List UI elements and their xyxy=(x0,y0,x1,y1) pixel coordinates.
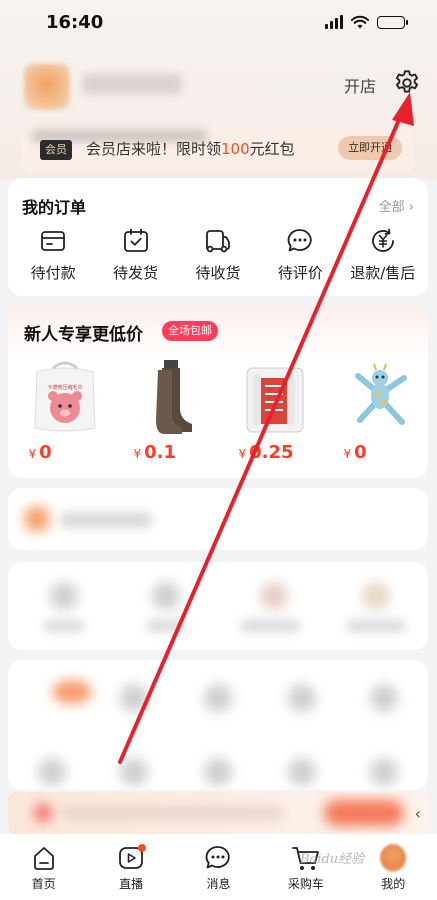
my-orders-card: 我的订单 全部 › 待付款 待发货 待收货 待评价 退款/售后 xyxy=(8,178,428,296)
tab-home[interactable]: 首页 xyxy=(4,844,84,900)
blurred-icon xyxy=(204,758,232,786)
blurred-icon xyxy=(34,804,52,822)
blurred-icon xyxy=(288,758,316,786)
product-price: ¥0.1 xyxy=(133,442,177,463)
gear-icon[interactable] xyxy=(392,68,422,98)
blurred-icon xyxy=(120,758,148,786)
member-banner[interactable]: 会员 会员店来啦！限时领100元红包 立即开通 xyxy=(22,128,414,172)
blurred-icon xyxy=(50,582,78,610)
blurred-button xyxy=(324,800,404,826)
order-pending-receipt[interactable]: 待收货 xyxy=(179,226,257,283)
watermark: Baidu经验 xyxy=(300,852,365,867)
blurred-icon xyxy=(260,582,288,610)
product-price: ¥0 xyxy=(28,442,52,463)
blurred-text xyxy=(146,620,186,632)
floating-promo-strip[interactable]: ‹ xyxy=(8,792,429,834)
package-check-icon xyxy=(123,228,148,252)
face-towel-pack-image: 卡德苑压缩毛巾 xyxy=(33,361,96,432)
giraffe-toy-image xyxy=(354,363,407,425)
product-price: ¥0.25 xyxy=(238,442,294,463)
order-pending-review[interactable]: 待评价 xyxy=(261,226,339,283)
new-user-deals-title: 新人专享更低价 xyxy=(24,325,143,345)
order-pending-payment[interactable]: 待付款 xyxy=(14,226,92,283)
refund-icon xyxy=(371,228,394,252)
avatar[interactable] xyxy=(24,64,70,110)
blurred-text xyxy=(44,620,84,632)
blurred-section-1[interactable] xyxy=(8,488,428,550)
username-blurred[interactable] xyxy=(82,74,182,94)
blurred-icon xyxy=(152,582,180,610)
product-item[interactable]: ¥0.25 xyxy=(225,358,317,463)
blurred-text xyxy=(240,620,300,632)
status-icons xyxy=(325,15,408,29)
blurred-icon xyxy=(370,758,398,786)
product-list: 卡德苑压缩毛巾 ¥0 ¥0.1 ¥0.25 ¥ 0 xyxy=(8,358,428,463)
blurred-text xyxy=(62,806,282,820)
message-icon xyxy=(206,846,231,869)
product-item[interactable]: 卡德苑压缩毛巾 ¥0 xyxy=(15,358,107,463)
product-item[interactable]: ¥0.1 xyxy=(120,358,212,463)
orders-all-link[interactable]: 全部 › xyxy=(379,196,414,215)
blurred-section-3[interactable] xyxy=(8,660,428,790)
avatar-icon xyxy=(380,844,407,872)
blurred-icon xyxy=(204,684,232,712)
paper-roll-pack-image xyxy=(246,367,303,433)
member-banner-amount: 100 xyxy=(221,140,250,158)
blurred-icon xyxy=(370,684,398,712)
blurred-icon xyxy=(38,758,66,786)
socks-image xyxy=(155,360,192,434)
status-bar: 16:40 xyxy=(0,0,437,44)
product-price: ¥0 xyxy=(343,442,367,463)
battery-icon xyxy=(377,15,408,29)
orders-title: 我的订单 xyxy=(22,198,87,217)
order-refund-aftersale[interactable]: 退款/售后 xyxy=(344,226,422,283)
tab-me[interactable]: 我的 xyxy=(353,844,433,900)
open-shop-link[interactable]: 开店 xyxy=(344,73,376,97)
wifi-icon xyxy=(351,15,369,29)
tab-live[interactable]: 直播 xyxy=(91,844,171,900)
product-item[interactable]: ¥0 xyxy=(330,358,422,463)
member-badge: 会员 xyxy=(40,140,72,160)
cellular-signal-icon xyxy=(325,15,343,29)
blurred-icon xyxy=(362,582,390,610)
home-icon xyxy=(33,847,54,870)
free-shipping-tag: 全场包邮 xyxy=(162,321,218,341)
blurred-text xyxy=(346,620,406,632)
member-banner-text: 会员店来啦！限时领100元红包 xyxy=(86,140,295,158)
order-status-list: 待付款 待发货 待收货 待评价 退款/售后 xyxy=(8,226,428,283)
profile-header: 开店 xyxy=(24,60,424,110)
status-time: 16:40 xyxy=(46,11,104,33)
chevron-left-icon[interactable]: ‹ xyxy=(415,804,421,823)
blurred-section-2[interactable] xyxy=(8,562,428,650)
tab-messages[interactable]: 消息 xyxy=(178,844,258,900)
activate-member-button[interactable]: 立即开通 xyxy=(338,136,402,160)
towel-pack-label: 卡德苑压缩毛巾 xyxy=(47,384,82,391)
truck-icon xyxy=(206,230,230,253)
blurred-icon xyxy=(52,680,92,704)
chat-bubble-icon xyxy=(287,229,313,252)
blurred-icon xyxy=(24,506,50,532)
order-pending-shipment[interactable]: 待发货 xyxy=(97,226,175,283)
blurred-icon xyxy=(120,684,148,712)
bottom-tab-bar: 首页 直播 消息 采购车 我的 xyxy=(0,834,437,900)
blurred-text xyxy=(60,512,152,528)
blurred-icon xyxy=(288,684,316,712)
wallet-icon xyxy=(41,231,66,251)
new-user-deals-card: 新人专享更低价 全场包邮 卡德苑压缩毛巾 ¥0 ¥0.1 ¥ 0.25 ¥ 0 xyxy=(8,306,428,478)
